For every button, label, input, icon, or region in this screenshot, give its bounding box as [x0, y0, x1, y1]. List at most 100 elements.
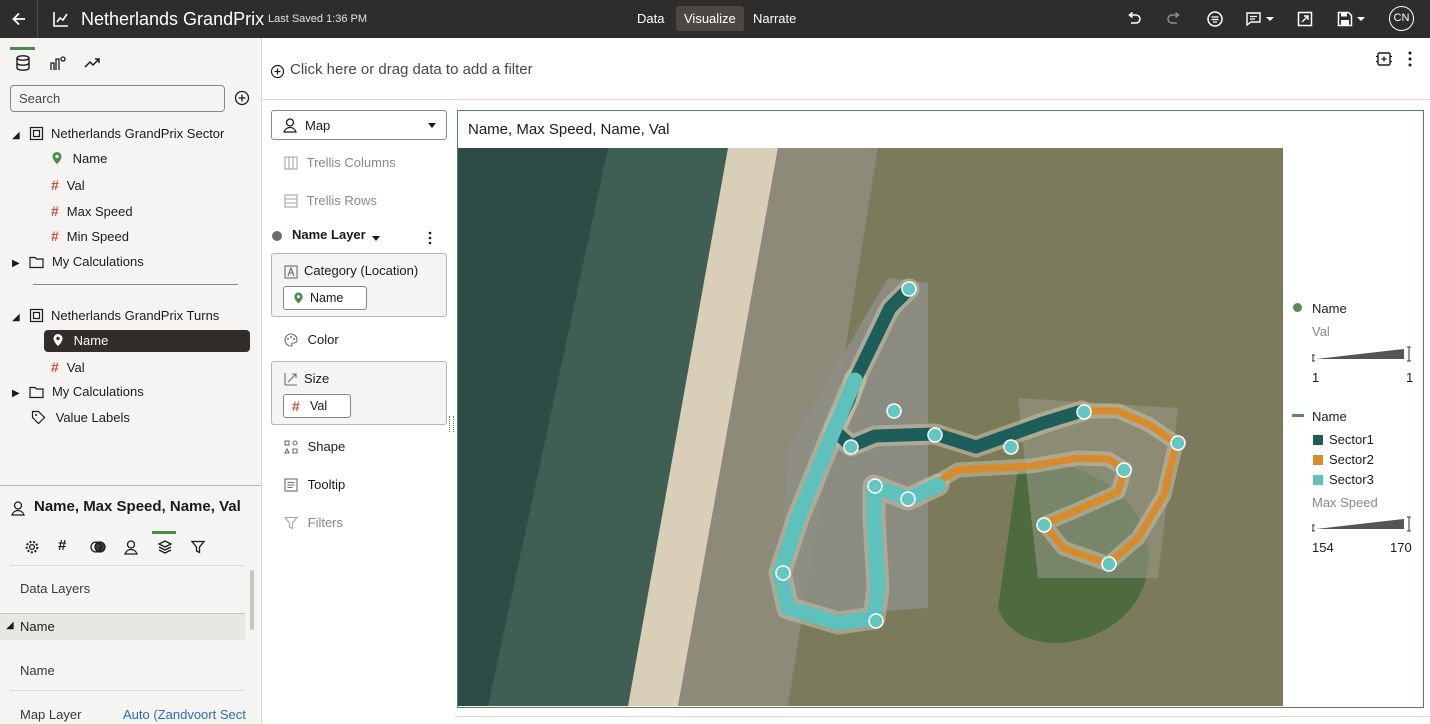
add-filter-icon[interactable] — [270, 64, 285, 79]
my-calculations-folder[interactable]: ▶ My Calculations — [12, 381, 144, 403]
column-val[interactable]: # Val — [51, 356, 85, 378]
more-options-icon[interactable] — [1402, 50, 1418, 68]
present-icon[interactable] — [1295, 9, 1315, 29]
map-viz-icon — [283, 118, 297, 133]
trellis-columns-dropzone[interactable]: Trellis Columns — [284, 152, 396, 174]
size-pill-label: Val — [310, 399, 328, 413]
turn-point[interactable] — [868, 613, 884, 629]
database-icon[interactable] — [14, 54, 32, 72]
dataset-name: Netherlands GrandPrix Turns — [50, 308, 220, 323]
measure-icon: # — [51, 203, 59, 219]
turn-point[interactable] — [867, 478, 883, 494]
tag-icon — [31, 410, 46, 425]
dataset-sector[interactable]: ◢ Netherlands GrandPrix Sector — [12, 123, 224, 145]
turn-point[interactable] — [775, 565, 791, 581]
tooltip-dropzone[interactable]: Tooltip — [284, 474, 345, 496]
search-input[interactable]: Search — [10, 85, 225, 112]
filters-dropzone[interactable]: Filters — [284, 512, 343, 534]
turn-point[interactable] — [843, 439, 859, 455]
legend-sector2[interactable]: Sector2 — [1329, 452, 1374, 467]
filter-bar-placeholder[interactable]: Click here or drag data to add a filter — [290, 61, 533, 78]
layer-menu-icon[interactable] — [425, 230, 435, 246]
folder-icon — [29, 386, 44, 399]
save-menu-chevron-icon[interactable] — [1355, 9, 1367, 29]
trellis-rows-label: Trellis Rows — [306, 193, 377, 208]
turn-point[interactable] — [886, 403, 902, 419]
measure-icon: # — [51, 228, 59, 244]
analytics-icon[interactable] — [83, 54, 101, 72]
save-icon[interactable] — [1335, 9, 1355, 29]
divider — [37, 0, 38, 38]
filter-icon[interactable] — [190, 539, 206, 555]
layer-section-name[interactable]: ◢ Name — [0, 613, 245, 640]
chevron-down-icon[interactable] — [370, 234, 382, 244]
legend-sector3[interactable]: Sector3 — [1329, 472, 1374, 487]
layer-dot-icon — [272, 231, 282, 241]
legend-sector1[interactable]: Sector1 — [1329, 432, 1374, 447]
turn-point[interactable] — [1170, 435, 1186, 451]
turn-point[interactable] — [1036, 517, 1052, 533]
value-labels-item[interactable]: Value Labels — [31, 407, 130, 429]
column-name-selected[interactable]: Name — [44, 330, 250, 352]
dataset-turns[interactable]: ◢ Netherlands GrandPrix Turns — [12, 305, 219, 327]
tooltip-icon — [284, 478, 298, 492]
column-min-speed[interactable]: # Min Speed — [51, 225, 129, 247]
map-canvas[interactable] — [458, 148, 1283, 706]
column-val[interactable]: # Val — [51, 174, 85, 196]
category-label: Category (Location) — [304, 263, 419, 278]
scrollbar[interactable] — [250, 570, 254, 630]
category-pill-label: Name — [310, 291, 344, 305]
map-layer-value[interactable]: Auto (Zandvoort Sect — [123, 707, 246, 722]
map-visualization[interactable]: Name, Max Speed, Name, Val Name Val 1 1 … — [457, 110, 1424, 708]
layer-name[interactable]: Name Layer — [292, 227, 366, 242]
turn-point[interactable] — [1116, 462, 1132, 478]
panel-resize-handle[interactable] — [449, 416, 454, 432]
location-pin-icon — [52, 152, 62, 164]
undo-icon[interactable] — [1124, 9, 1144, 29]
add-data-icon[interactable] — [234, 90, 250, 106]
back-arrow-icon[interactable] — [9, 9, 29, 29]
assistant-icon[interactable] — [1205, 9, 1225, 29]
legend-width-max: 170 — [1390, 540, 1412, 555]
divider — [10, 565, 245, 566]
folder-label: My Calculations — [51, 254, 144, 269]
shape-dropzone[interactable]: Shape — [284, 436, 345, 458]
size-pill[interactable]: # Val — [283, 394, 351, 418]
column-name[interactable]: Name — [51, 148, 107, 170]
sector2-swatch — [1313, 455, 1323, 465]
avatar[interactable]: CN — [1389, 6, 1414, 31]
tab-visualize[interactable]: Visualize — [676, 6, 744, 31]
shape-label: Shape — [307, 439, 346, 454]
category-dropzone[interactable]: Category (Location) Name — [271, 253, 447, 317]
auto-apply-icon[interactable] — [1375, 50, 1393, 68]
tab-narrate[interactable]: Narrate — [745, 6, 804, 31]
turn-point[interactable] — [1003, 439, 1019, 455]
divider — [33, 284, 238, 285]
layers-icon[interactable] — [157, 539, 173, 555]
my-calculations-folder[interactable]: ▶ My Calculations — [12, 251, 144, 273]
viz-type-label: Map — [305, 118, 331, 133]
size-dropzone[interactable]: Size # Val — [271, 361, 447, 425]
column-max-speed[interactable]: # Max Speed — [51, 200, 133, 222]
properties-title: Name, Max Speed, Name, Val — [34, 498, 241, 515]
turn-point[interactable] — [1101, 556, 1117, 572]
visualizations-icon[interactable] — [49, 54, 67, 72]
viz-type-select[interactable]: Map — [271, 110, 447, 140]
map-icon[interactable] — [123, 539, 139, 555]
color-dropzone[interactable]: Color — [284, 329, 339, 351]
hash-icon[interactable]: # — [58, 537, 66, 554]
comment-icon[interactable] — [1244, 9, 1264, 29]
category-pill[interactable]: Name — [283, 286, 367, 310]
chevron-down-icon[interactable] — [1264, 9, 1276, 29]
trellis-rows-dropzone[interactable]: Trellis Rows — [284, 190, 377, 212]
tab-data[interactable]: Data — [629, 6, 672, 31]
turn-point[interactable] — [1076, 404, 1092, 420]
redo-icon[interactable] — [1164, 9, 1184, 29]
turn-point[interactable] — [900, 491, 916, 507]
line-legend-icon — [1292, 414, 1304, 417]
turn-point[interactable] — [901, 281, 917, 297]
gear-icon[interactable] — [24, 539, 40, 555]
location-pin-icon — [53, 334, 63, 346]
color-palette-icon[interactable] — [90, 539, 106, 555]
turn-point[interactable] — [927, 427, 943, 443]
